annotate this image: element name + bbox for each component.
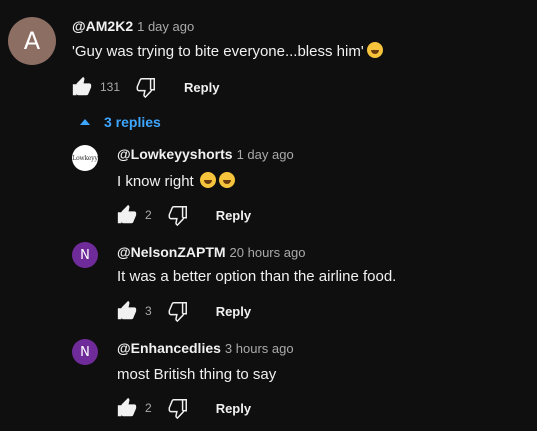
- comment-text-row: 'Guy was trying to bite everyone...bless…: [72, 42, 383, 60]
- thumbs-down-icon: [168, 399, 187, 419]
- dislike-button[interactable]: [166, 203, 190, 227]
- reply-actions: 2 Reply: [115, 396, 251, 420]
- reply-header: @NelsonZAPTM 20 hours ago: [117, 244, 305, 262]
- avatar[interactable]: N: [72, 242, 98, 268]
- reply-actions: 3 Reply: [115, 299, 251, 323]
- thumbs-up-icon: [117, 204, 137, 224]
- like-count: 2: [145, 401, 152, 415]
- avatar[interactable]: A: [8, 17, 56, 65]
- reply-button[interactable]: Reply: [184, 80, 219, 95]
- reply-header: @Enhancedlies 3 hours ago: [117, 340, 294, 358]
- avatar-logo-text: Lowkeyy: [72, 154, 98, 162]
- thumbs-up-icon: [117, 397, 137, 417]
- thumbs-down-icon: [168, 302, 187, 322]
- reply-author[interactable]: @NelsonZAPTM: [117, 244, 226, 260]
- thumbs-up-icon: [117, 300, 137, 320]
- comment-actions: 131 Reply: [70, 75, 219, 99]
- reply-button[interactable]: Reply: [216, 208, 251, 223]
- like-count: 2: [145, 208, 152, 222]
- comment-text: 'Guy was trying to bite everyone...bless…: [72, 43, 364, 60]
- tears-of-joy-emoji-icon: [218, 172, 235, 188]
- chevron-up-icon: [80, 119, 90, 125]
- comment-time[interactable]: 1 day ago: [137, 19, 194, 34]
- tears-of-joy-emoji-icon: [199, 172, 216, 188]
- dislike-button[interactable]: [134, 75, 158, 99]
- avatar-letter: N: [80, 344, 90, 360]
- comment-header: @AM2K2 1 day ago: [72, 18, 194, 36]
- reply-text: most British thing to say: [117, 366, 277, 383]
- avatar-letter: N: [80, 247, 90, 263]
- reply-author[interactable]: @Enhancedlies: [117, 340, 221, 356]
- reply-text-row: I know right: [117, 172, 235, 190]
- like-count: 131: [100, 80, 121, 94]
- thumbs-up-icon: [72, 76, 92, 96]
- dislike-button[interactable]: [166, 396, 190, 420]
- avatar-letter: A: [23, 27, 41, 55]
- reply-text: I know right: [117, 173, 194, 190]
- laughing-emoji-icon: [366, 42, 383, 58]
- reply-actions: 2 Reply: [115, 203, 251, 227]
- reply-text: It was a better option than the airline …: [117, 268, 397, 285]
- comment-author[interactable]: @AM2K2: [72, 18, 133, 34]
- like-button[interactable]: [115, 299, 139, 323]
- reply-header: @Lowkeyyshorts 1 day ago: [117, 146, 294, 164]
- reply-time[interactable]: 1 day ago: [237, 147, 294, 162]
- like-button[interactable]: [70, 75, 94, 99]
- dislike-button[interactable]: [166, 299, 190, 323]
- replies-toggle-label: 3 replies: [104, 114, 161, 130]
- like-button[interactable]: [115, 396, 139, 420]
- like-button[interactable]: [115, 203, 139, 227]
- replies-toggle[interactable]: 3 replies: [80, 114, 161, 130]
- reply-author[interactable]: @Lowkeyyshorts: [117, 146, 233, 162]
- reply-button[interactable]: Reply: [216, 304, 251, 319]
- reply-time[interactable]: 3 hours ago: [225, 341, 294, 356]
- thumbs-down-icon: [168, 206, 187, 226]
- avatar[interactable]: Lowkeyy: [72, 145, 98, 171]
- reply-time[interactable]: 20 hours ago: [230, 245, 306, 260]
- thumbs-down-icon: [136, 78, 156, 98]
- avatar[interactable]: N: [72, 339, 98, 365]
- like-count: 3: [145, 304, 152, 318]
- reply-button[interactable]: Reply: [216, 401, 251, 416]
